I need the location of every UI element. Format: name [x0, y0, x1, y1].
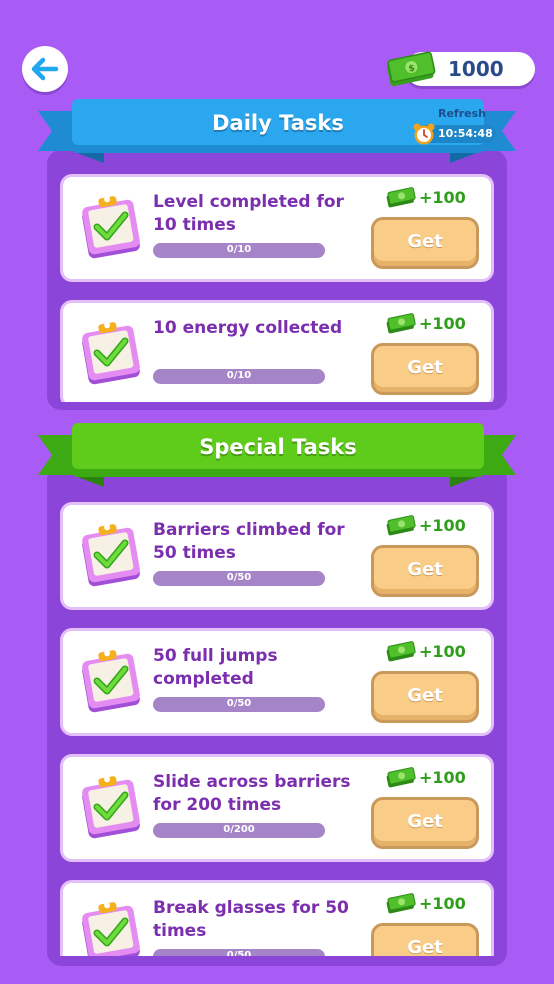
task-reward: +100: [383, 641, 473, 663]
cash-stack-icon: [385, 641, 417, 663]
task-card: Break glasses for 50 times 0/50 +100 Get: [60, 880, 494, 956]
task-progress-bar: 0/10: [153, 369, 325, 384]
get-reward-button[interactable]: Get: [371, 797, 479, 849]
checklist-clipboard-icon: [79, 647, 143, 713]
task-name: Level completed for 10 times: [153, 192, 344, 235]
reward-amount: +100: [419, 894, 466, 913]
reward-amount: +100: [419, 188, 466, 207]
task-progress-bar: 0/200: [153, 823, 325, 838]
reward-amount: +100: [419, 768, 466, 787]
reward-amount: +100: [419, 314, 466, 333]
task-card: Barriers climbed for 50 times 0/50 +100 …: [60, 502, 494, 610]
special-task-list[interactable]: Barriers climbed for 50 times 0/50 +100 …: [47, 496, 507, 956]
get-reward-button[interactable]: Get: [371, 217, 479, 269]
get-button-label: Get: [407, 559, 443, 580]
reward-amount: +100: [419, 642, 466, 661]
cash-stack-icon: [385, 515, 417, 537]
task-reward: +100: [383, 187, 473, 209]
task-card: 10 energy collected 0/10 +100 Get: [60, 300, 494, 402]
special-banner-main: Special Tasks: [72, 423, 484, 477]
task-reward: +100: [383, 893, 473, 915]
special-tasks-title: Special Tasks: [199, 435, 357, 459]
task-progress-bar: 0/50: [153, 571, 325, 586]
cash-stack-icon: [385, 893, 417, 915]
get-button-label: Get: [407, 357, 443, 378]
task-progress-text: 0/50: [226, 572, 252, 583]
task-name: Barriers climbed for 50 times: [153, 520, 345, 563]
get-button-label: Get: [407, 811, 443, 832]
task-reward: +100: [383, 767, 473, 789]
daily-task-list[interactable]: Level completed for 10 times 0/10 +100 G…: [47, 170, 507, 402]
refresh-label: Refresh: [438, 107, 486, 120]
checklist-clipboard-icon: [79, 899, 143, 956]
task-progress-text: 0/50: [226, 950, 252, 956]
back-arrow-icon: [31, 57, 59, 81]
get-reward-button[interactable]: Get: [371, 923, 479, 956]
special-tasks-banner: Special Tasks: [38, 423, 516, 493]
task-card: Slide across barriers for 200 times 0/20…: [60, 754, 494, 862]
get-button-label: Get: [407, 685, 443, 706]
daily-banner-main: Daily Tasks Refresh 10:54:48: [72, 99, 496, 153]
checklist-clipboard-icon: [79, 521, 143, 587]
cash-stack-icon: $: [387, 51, 436, 87]
cash-stack-icon: [385, 767, 417, 789]
task-name: 50 full jumps completed: [153, 646, 278, 689]
task-progress-text: 0/200: [223, 824, 255, 835]
reward-amount: +100: [419, 516, 466, 535]
task-name: 10 energy collected: [153, 318, 343, 338]
task-name: Break glasses for 50 times: [153, 898, 349, 941]
task-reward: +100: [383, 515, 473, 537]
checklist-clipboard-icon: [79, 319, 143, 385]
back-button[interactable]: [22, 46, 68, 92]
get-reward-button[interactable]: Get: [371, 545, 479, 597]
task-progress-bar: 0/50: [153, 697, 325, 712]
checklist-clipboard-icon: [79, 773, 143, 839]
checklist-clipboard-icon: [79, 193, 143, 259]
task-name: Slide across barriers for 200 times: [153, 772, 351, 815]
task-progress-text: 0/50: [226, 698, 252, 709]
task-progress-text: 0/10: [226, 244, 252, 255]
cash-amount: 1000: [448, 57, 504, 81]
task-progress-text: 0/10: [226, 370, 252, 381]
alarm-clock-icon: [413, 123, 435, 145]
refresh-timer: 10:54:48: [413, 123, 496, 145]
cash-stack-icon: [385, 187, 417, 209]
get-reward-button[interactable]: Get: [371, 671, 479, 723]
get-button-label: Get: [407, 937, 443, 956]
task-card: Level completed for 10 times 0/10 +100 G…: [60, 174, 494, 282]
get-button-label: Get: [407, 231, 443, 252]
task-card: 50 full jumps completed 0/50 +100 Get: [60, 628, 494, 736]
timer-text: 10:54:48: [438, 127, 493, 140]
cash-stack-icon: [385, 313, 417, 335]
task-progress-bar: 0/10: [153, 243, 325, 258]
get-reward-button[interactable]: Get: [371, 343, 479, 395]
daily-tasks-banner: Daily Tasks Refresh 10:54:48: [38, 99, 516, 169]
task-progress-bar: 0/50: [153, 949, 325, 956]
task-reward: +100: [383, 313, 473, 335]
